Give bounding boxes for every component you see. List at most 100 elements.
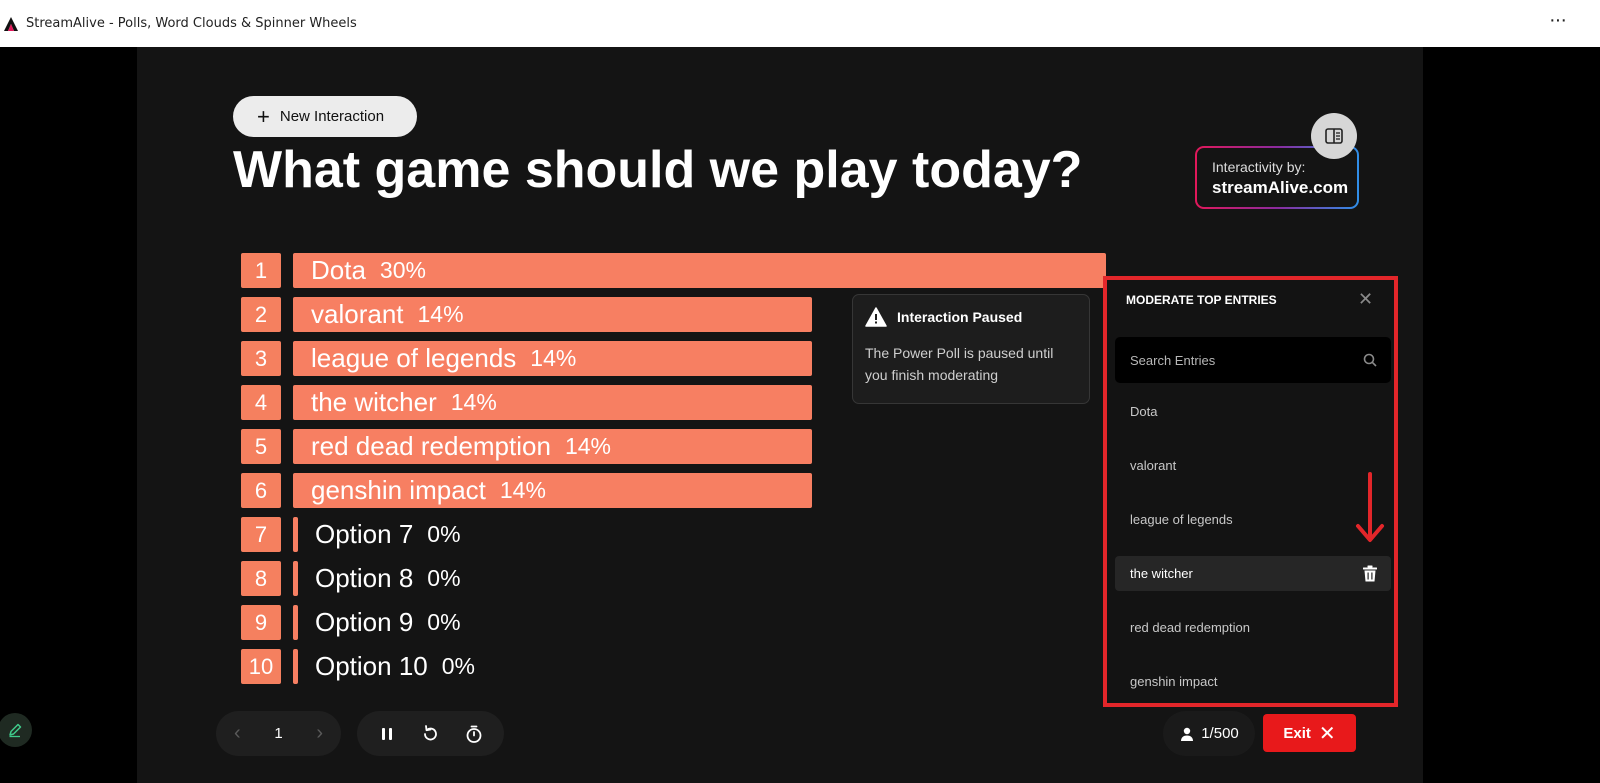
poll-option-rank: 6 [241,473,281,508]
participant-count-label: 1/500 [1201,725,1239,742]
poll-option-rank: 4 [241,385,281,420]
poll-option-percent: 0% [427,609,461,635]
poll-option-bar [293,649,298,684]
moderation-entry-label: league of legends [1130,512,1233,527]
poll-option-row: 5 red dead redemption 14% [241,429,812,464]
red-arrow-annotation [1356,472,1384,542]
poll-option-label: the witcher 14% [311,385,497,420]
poll-option-rank: 8 [241,561,281,596]
reset-icon[interactable] [420,724,440,744]
poll-option-row: 8 Option 8 0% [241,561,461,596]
user-icon [1181,727,1194,741]
poll-option-name: red dead redemption [311,431,551,461]
poll-option-label: Option 9 0% [315,605,461,640]
poll-option-label: red dead redemption 14% [311,429,611,464]
participant-count: 1/500 [1163,711,1255,756]
moderation-entry-label: red dead redemption [1130,620,1250,635]
poll-option-percent: 14% [530,345,577,371]
chevron-right-icon[interactable]: › [316,722,323,745]
page-navigation: ‹ 1 › [216,711,341,756]
poll-option-rank: 3 [241,341,281,376]
poll-option-name: league of legends [311,343,517,373]
poll-option-label: league of legends 14% [311,341,576,376]
poll-option-name: the witcher [311,387,437,417]
poll-option-bar [293,517,298,552]
poll-option-percent: 30% [379,257,426,283]
paused-message: The Power Poll is paused until you finis… [865,345,1054,383]
poll-option-bar [293,561,298,596]
branding-by-label: Interactivity by: [1212,159,1306,175]
poll-option-label: valorant 14% [311,297,464,332]
poll-option-name: Option 10 [315,651,428,681]
interaction-paused-card: Interaction Paused The Power Poll is pau… [852,294,1090,404]
poll-option-label: genshin impact 14% [311,473,546,508]
search-icon [1363,353,1377,367]
poll-option-row: 9 Option 9 0% [241,605,461,640]
poll-option-row: 7 Option 7 0% [241,517,461,552]
poll-option-rank: 7 [241,517,281,552]
poll-option-name: Option 9 [315,607,414,637]
poll-option-row: 6 genshin impact 14% [241,473,812,508]
window-titlebar: StreamAlive - Polls, Word Clouds & Spinn… [0,0,1600,47]
poll-option-row: 3 league of legends 14% [241,341,812,376]
ellipsis-icon[interactable]: ··· [1549,9,1567,32]
poll-option-row: 4 the witcher 14% [241,385,812,420]
edit-button[interactable] [0,713,32,747]
poll-option-name: valorant [311,299,404,329]
poll-question: What game should we play today? [233,141,1083,199]
poll-option-percent: 14% [450,389,497,415]
poll-option-percent: 0% [427,565,461,591]
poll-option-percent: 14% [417,301,464,327]
moderation-entry[interactable]: red dead redemption [1115,610,1391,645]
moderate-panel-title: MODERATE TOP ENTRIES [1126,293,1277,307]
poll-option-rank: 1 [241,253,281,288]
sidebar-panel-icon [1325,128,1343,144]
close-icon: ✕ [1318,722,1336,745]
pencil-icon [9,723,22,738]
streamalive-logo-icon [4,16,18,31]
trash-icon[interactable] [1362,565,1378,582]
poll-option-name: Option 8 [315,563,414,593]
warning-icon [865,307,887,327]
plus-icon: + [257,103,270,129]
exit-label: Exit [1283,724,1311,742]
timer-icon[interactable] [464,724,484,744]
poll-option-rank: 5 [241,429,281,464]
moderation-entry-label: genshin impact [1130,674,1218,689]
poll-option-percent: 14% [564,433,611,459]
poll-option-row: 1 Dota 30% [241,253,1106,288]
poll-option-rank: 2 [241,297,281,332]
close-icon[interactable]: ✕ [1358,289,1373,310]
moderation-entry-label: valorant [1130,458,1177,473]
pause-icon[interactable] [377,724,397,744]
poll-option-name: Option 7 [315,519,414,549]
poll-option-rank: 9 [241,605,281,640]
moderation-entry-label: the witcher [1130,566,1193,581]
moderation-entry[interactable]: the witcher [1115,556,1391,591]
poll-option-row: 2 valorant 14% [241,297,812,332]
moderation-entry-label: Dota [1130,404,1158,419]
branding-name: streamAlive.com [1212,178,1349,197]
page-number: 1 [274,725,283,742]
playback-controls [357,711,504,756]
new-interaction-label: New Interaction [279,108,385,125]
moderation-entry[interactable]: league of legends [1115,502,1391,537]
moderation-entry[interactable]: Dota [1115,394,1391,429]
moderation-entry[interactable]: valorant [1115,448,1391,483]
poll-option-percent: 0% [427,521,461,547]
poll-option-label: Option 10 0% [315,649,475,684]
poll-option-name: genshin impact [311,475,486,505]
panel-toggle-button[interactable] [1311,113,1357,159]
window-title: StreamAlive - Polls, Word Clouds & Spinn… [26,16,357,31]
poll-option-percent: 0% [441,653,475,679]
search-entries-input[interactable] [1115,337,1391,383]
search-entries-field[interactable] [1115,337,1391,383]
exit-button[interactable]: Exit ✕ [1263,714,1356,752]
poll-option-row: 10 Option 10 0% [241,649,475,684]
poll-option-label: Option 7 0% [315,517,461,552]
chevron-left-icon[interactable]: ‹ [234,722,241,745]
moderation-entry[interactable]: genshin impact [1115,664,1391,699]
poll-option-percent: 14% [499,477,546,503]
poll-option-label: Dota 30% [311,253,426,288]
new-interaction-button[interactable]: + New Interaction [233,96,417,137]
